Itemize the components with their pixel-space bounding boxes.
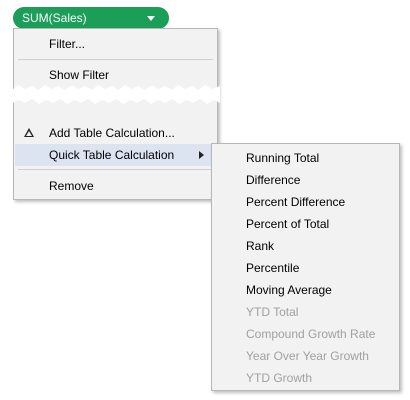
menu-item-add-table-calculation[interactable]: Add Table Calculation... xyxy=(15,122,216,144)
submenu-item-percent-of-total[interactable]: Percent of Total xyxy=(246,213,329,235)
submenu-item-moving-average[interactable]: Moving Average xyxy=(246,279,332,301)
submenu-item-label: Difference xyxy=(246,173,301,187)
submenu-item-difference[interactable]: Difference xyxy=(246,169,300,191)
submenu-item-ytd-growth: YTD Growth xyxy=(246,367,312,389)
menu-item-add-table-calculation-label: Add Table Calculation... xyxy=(49,126,175,140)
submenu-item-year-over-year-growth: Year Over Year Growth xyxy=(246,345,369,367)
submenu-item-percentile[interactable]: Percentile xyxy=(246,257,299,279)
menu-item-remove-label: Remove xyxy=(49,179,94,193)
submenu-item-label: YTD Growth xyxy=(246,371,313,385)
submenu-item-running-total[interactable]: Running Total xyxy=(246,147,319,169)
submenu-item-label: Percent of Total xyxy=(246,217,330,231)
dropdown-caret-icon[interactable] xyxy=(147,16,155,21)
submenu-item-label: Compound Growth Rate xyxy=(246,327,376,341)
context-menu: Filter... Show Filter Add Table Calculat… xyxy=(13,28,218,200)
menu-item-quick-table-calculation[interactable]: Quick Table Calculation xyxy=(15,144,216,166)
delta-icon xyxy=(24,128,34,137)
submenu-item-label: YTD Total xyxy=(246,305,299,319)
submenu-item-label: Percent Difference xyxy=(246,195,346,209)
menu-item-quick-table-calculation-label: Quick Table Calculation xyxy=(49,148,175,162)
screenshot-stage: SUM(Sales) Filter... Show Filter Add Tab… xyxy=(0,0,410,400)
menu-item-filter[interactable]: Filter... xyxy=(15,33,216,55)
submenu-item-label: Moving Average xyxy=(246,283,332,297)
submenu-arrow-icon xyxy=(199,151,204,159)
submenu-item-label: Year Over Year Growth xyxy=(246,349,369,363)
torn-edge-graphic xyxy=(0,85,220,104)
submenu-item-label: Percentile xyxy=(246,261,300,275)
submenu-item-rank[interactable]: Rank xyxy=(246,235,274,257)
menu-separator xyxy=(18,59,213,60)
quick-table-calculation-submenu: Running Total Difference Percent Differe… xyxy=(211,143,400,391)
measure-pill-label: SUM(Sales) xyxy=(22,11,87,25)
menu-item-filter-label: Filter... xyxy=(49,37,86,51)
submenu-item-percent-difference[interactable]: Percent Difference xyxy=(246,191,345,213)
submenu-item-ytd-total: YTD Total xyxy=(246,301,298,323)
submenu-item-label: Rank xyxy=(246,239,275,253)
menu-separator xyxy=(18,169,213,170)
submenu-item-label: Running Total xyxy=(246,151,320,165)
measure-pill[interactable]: SUM(Sales) xyxy=(13,7,169,29)
submenu-item-compound-growth-rate: Compound Growth Rate xyxy=(246,323,375,345)
menu-item-remove[interactable]: Remove xyxy=(15,175,216,197)
